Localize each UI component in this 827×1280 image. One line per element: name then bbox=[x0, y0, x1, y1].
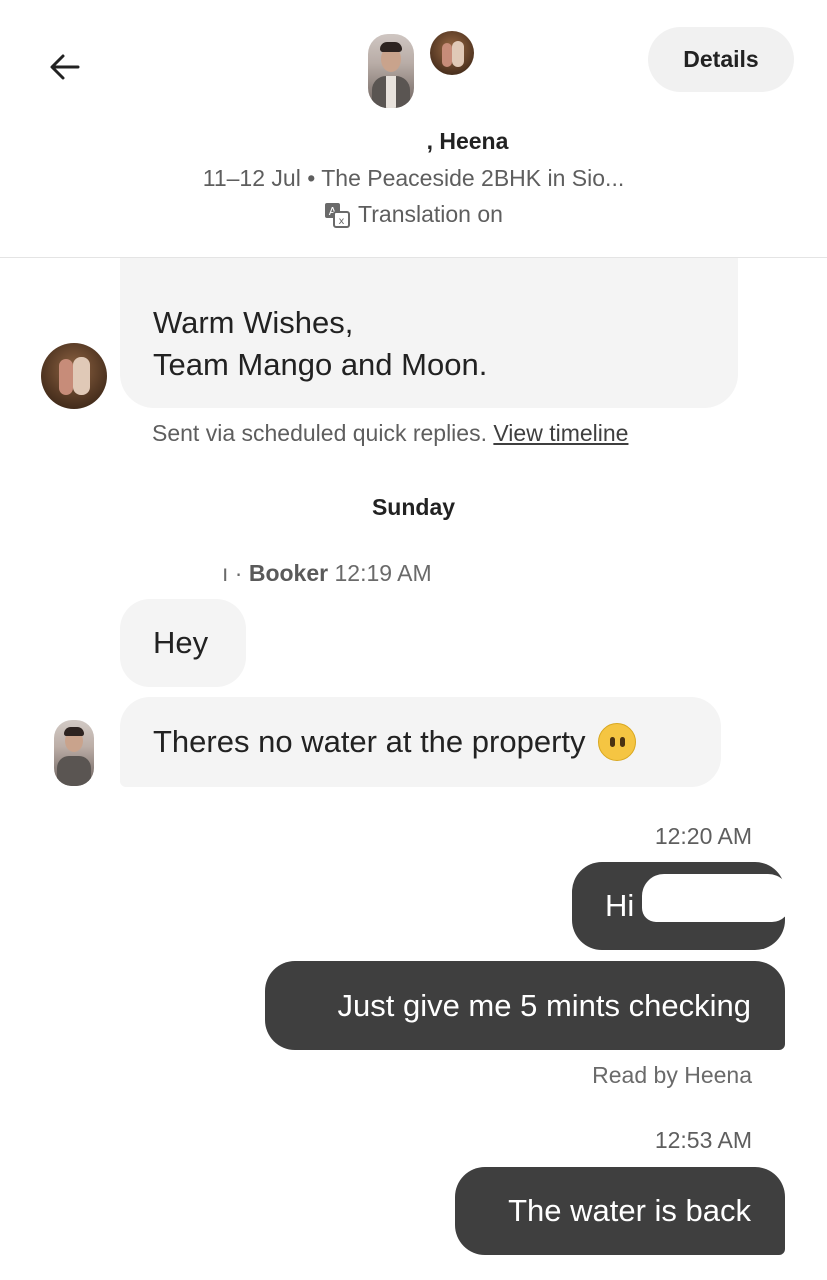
translation-toggle[interactable]: A x Translation on bbox=[0, 201, 827, 228]
host-avatar-thumb[interactable] bbox=[54, 720, 94, 786]
redacted-name bbox=[318, 133, 427, 152]
message-text: Hey bbox=[153, 625, 209, 660]
sender-sep: ı · bbox=[222, 560, 243, 586]
sender-meta: ı · Booker 12:19 AM bbox=[150, 560, 432, 587]
message-bubble-in[interactable]: Theres no water at the property bbox=[120, 697, 721, 787]
back-arrow-icon bbox=[50, 54, 80, 80]
chat-header: Details , Heena 11–12 Jul • The Peacesid… bbox=[0, 0, 827, 258]
conversation-title: , Heena bbox=[0, 128, 827, 155]
message-bubble-out[interactable]: Just give me 5 mints checking bbox=[265, 961, 785, 1050]
title-name: Heena bbox=[439, 128, 509, 154]
message-timestamp: 12:20 AM bbox=[654, 823, 752, 849]
day-divider: Sunday bbox=[371, 494, 456, 520]
read-receipt: Read by Heena bbox=[592, 1062, 752, 1088]
message-bubble-in[interactable]: Warm Wishes, Team Mango and Moon. bbox=[120, 258, 738, 408]
message-text: Just give me 5 mints checking bbox=[337, 987, 751, 1023]
guest-avatar[interactable] bbox=[430, 31, 474, 75]
message-timestamp: 12:53 AM bbox=[654, 1127, 752, 1153]
sender-role: Booker bbox=[248, 560, 329, 586]
view-timeline-link[interactable]: View timeline bbox=[493, 420, 628, 446]
details-button[interactable]: Details bbox=[648, 27, 794, 92]
message-line: Team Mango and Moon. bbox=[153, 347, 488, 382]
redacted-sender bbox=[150, 567, 222, 582]
neutral-face-emoji bbox=[597, 723, 636, 761]
sent-via-text: Sent via scheduled quick replies. bbox=[152, 420, 487, 446]
message-text: The water is back bbox=[508, 1193, 751, 1228]
host-avatar[interactable] bbox=[368, 34, 414, 108]
redacted-text bbox=[642, 874, 790, 922]
message-text: Theres no water at the property bbox=[153, 724, 586, 759]
back-button[interactable] bbox=[40, 42, 90, 92]
booking-subtitle[interactable]: 11–12 Jul • The Peaceside 2BHK in Sio... bbox=[0, 165, 827, 192]
translation-label: Translation on bbox=[358, 201, 503, 227]
message-bubble-out[interactable]: Hi bbox=[572, 862, 790, 950]
svg-text:x: x bbox=[339, 216, 345, 227]
message-bubble-out[interactable]: The water is back bbox=[455, 1167, 785, 1255]
message-bubble-in[interactable]: Hey bbox=[120, 599, 246, 687]
guest-avatar-thumb[interactable] bbox=[41, 343, 107, 409]
translate-icon: A x bbox=[325, 202, 351, 228]
message-line: Warm Wishes, bbox=[153, 305, 354, 340]
sender-time: 12:19 AM bbox=[334, 560, 432, 586]
sent-via-note: Sent via scheduled quick replies. View t… bbox=[152, 420, 628, 447]
title-prefix: , bbox=[426, 128, 433, 154]
message-text: Hi bbox=[605, 888, 635, 923]
